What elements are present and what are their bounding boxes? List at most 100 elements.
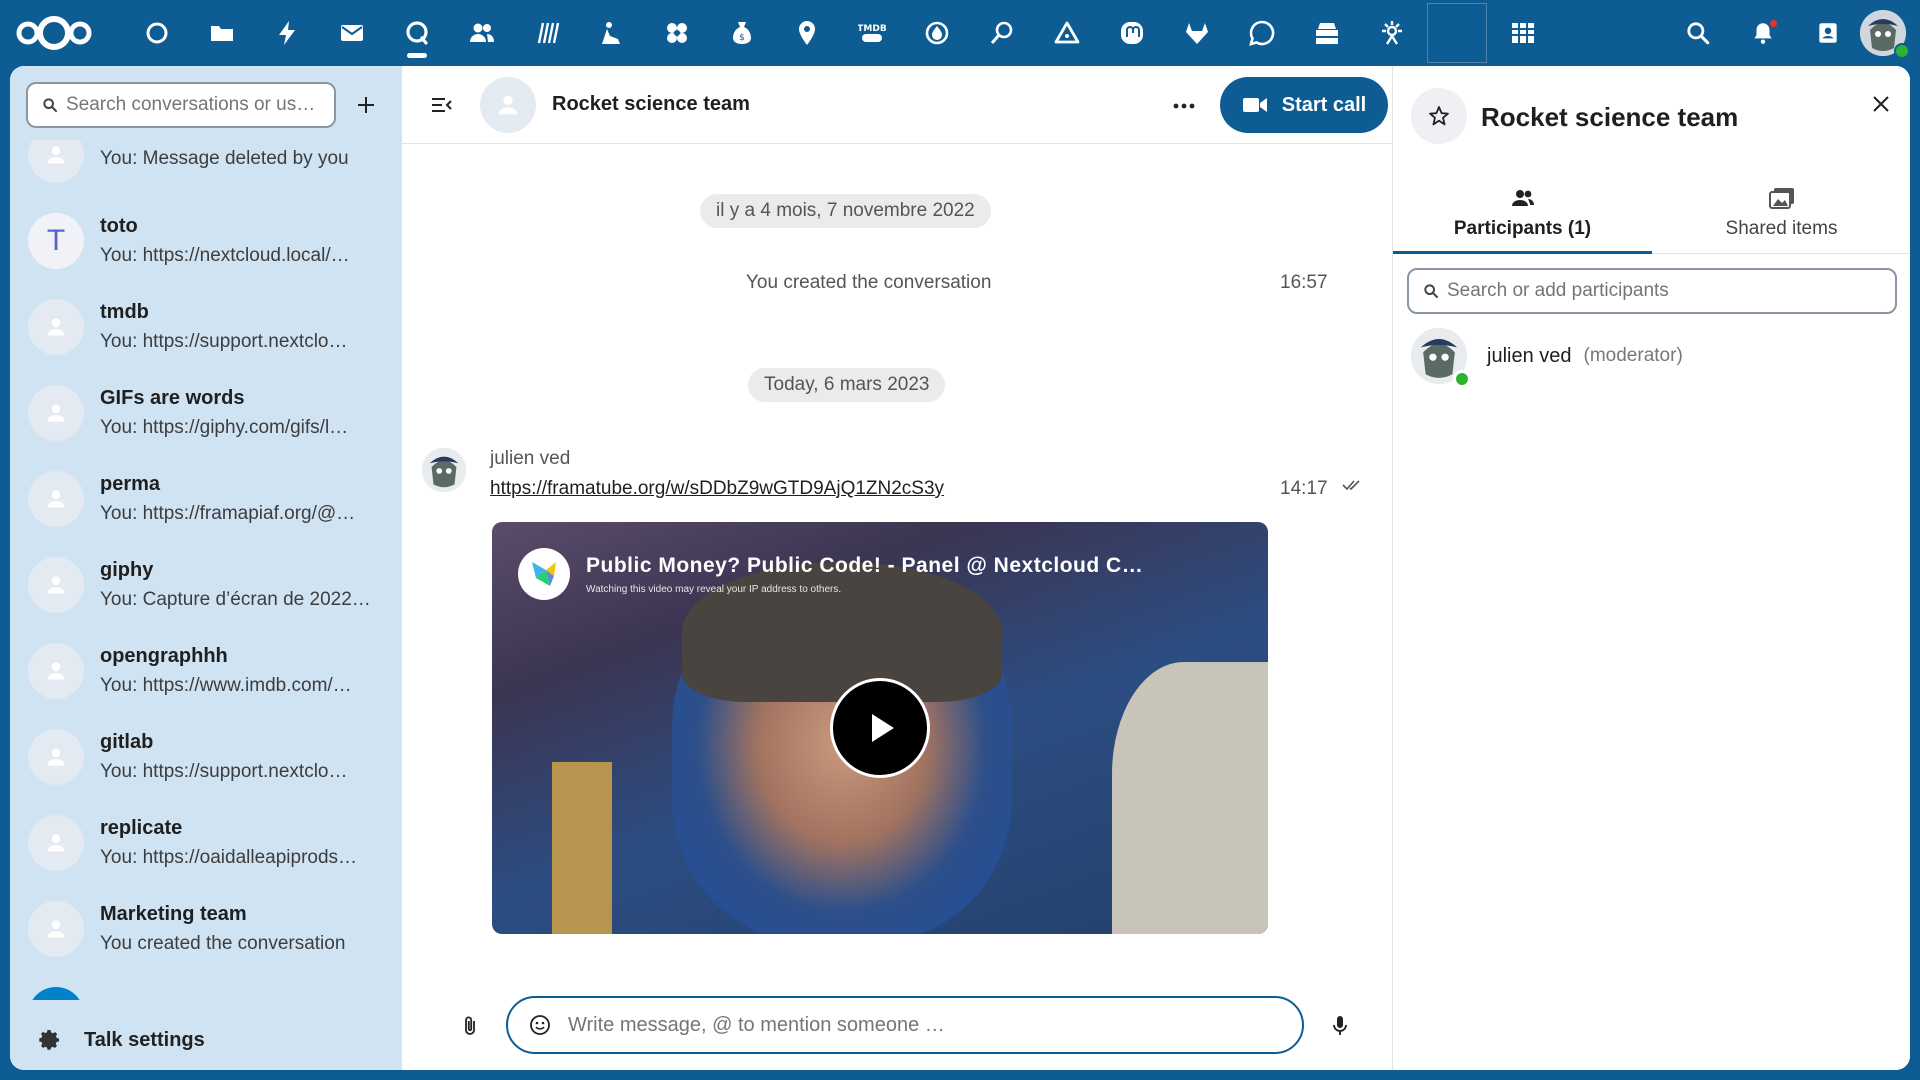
conversation-item[interactable]: gitlab You: https://support.nextclo… [10,714,402,800]
conversation-name: toto [100,215,138,237]
app-app-9[interactable] [644,0,709,66]
app-dashboard[interactable] [124,0,189,66]
tab-shared-items[interactable]: Shared items [1652,178,1910,254]
app-app-13[interactable] [904,0,969,66]
app-app-7[interactable] [514,0,579,66]
shared-items-icon [1768,184,1795,212]
message-composer[interactable] [506,996,1304,1054]
close-sidebar-button[interactable] [1863,86,1899,122]
conversation-item[interactable]: You: Message deleted by you [10,140,402,198]
play-button[interactable] [830,678,930,778]
toggle-navigation-button[interactable] [422,85,462,125]
participant-search-field[interactable] [1407,268,1897,314]
conversation-search-input[interactable] [66,94,316,116]
app-app-14[interactable] [969,0,1034,66]
participant-online-dot [1453,370,1471,388]
conversation-actions-button[interactable] [1162,84,1206,128]
mail-icon [340,25,363,41]
group-icon [47,576,65,594]
app-app-19[interactable] [1294,0,1359,66]
talk-settings-label: Talk settings [84,1028,205,1051]
microphone-icon [1333,1016,1347,1035]
app-mail[interactable] [319,0,384,66]
app-mastodon[interactable] [1099,0,1164,66]
app-app-10[interactable]: $ [709,0,774,66]
notifications-bell-icon[interactable] [1730,0,1795,66]
favorite-button[interactable] [1411,88,1467,144]
app-app-15[interactable] [1034,0,1099,66]
tab-participants[interactable]: Participants (1) [1393,178,1652,254]
video-frame-shirt [1112,662,1268,934]
conversation-avatar [28,299,84,355]
conversation-item[interactable]: tmdb You: https://support.nextclo… [10,284,402,370]
contacts-menu-icon[interactable] [1795,0,1860,66]
chat-header: Rocket science team Start call [402,66,1392,144]
conversation-last-message: You: https://giphy.com/gifs/l… [100,417,349,438]
message-author-avatar[interactable] [422,448,466,492]
conversation-item[interactable]: Talk updates ✅ [10,972,402,1000]
paperclip-icon [465,1016,475,1035]
conversation-text: GIFs are words You: https://giphy.com/gif… [100,387,390,439]
app-gitlab[interactable] [1164,0,1229,66]
new-conversation-button[interactable] [346,85,386,125]
channel-logo-icon [518,548,570,600]
app-files[interactable] [189,0,254,66]
read-checkmark-icon [1342,478,1364,497]
svg-text:$: $ [739,33,745,43]
conversation-item[interactable]: Marketing team You created the conversati… [10,886,402,972]
more-apps-grid-icon[interactable] [1490,0,1555,66]
gear-icon [39,1030,59,1050]
conversation-name: Talk updates ✅ [100,999,390,1000]
app-tmdb[interactable]: TMDB [839,0,904,66]
conversation-item[interactable]: giphy You: Capture d’écran de 2022… [10,542,402,628]
app-app-18[interactable] [1229,0,1294,66]
conversation-item[interactable]: Ttoto You: https://nextcloud.local/… [10,198,402,284]
menu-collapse-icon [432,97,452,112]
app-app-20[interactable] [1359,0,1424,66]
conversation-item[interactable]: GIFs are words You: https://giphy.com/gif… [10,370,402,456]
conversation-search-field[interactable] [26,82,337,128]
app-activity[interactable] [254,0,319,66]
app-contacts[interactable] [449,0,514,66]
conversation-item[interactable]: opengraphhh You: https://www.imdb.com/… [10,628,402,714]
app-talk[interactable] [384,0,449,66]
group-icon [47,662,65,680]
close-icon [1873,96,1889,112]
conversation-last-message: You: https://www.imdb.com/… [100,675,352,696]
figure-icon [601,22,620,44]
app-app-8[interactable] [579,0,644,66]
unified-search-icon[interactable] [1665,0,1730,66]
start-call-button[interactable]: Start call [1220,77,1388,133]
emoji-picker-icon[interactable] [526,1011,554,1039]
attach-button[interactable] [452,1008,488,1044]
conversation-item[interactable]: replicate You: https://oaidalleapiprods… [10,800,402,886]
conversation-avatar-letter: T [46,224,66,257]
conversation-text: opengraphhh You: https://www.imdb.com/… [100,645,390,697]
conversation-item[interactable]: perma You: https://framapiaf.org/@… [10,456,402,542]
video-preview-card[interactable]: Public Money? Public Code! - Panel @ Nex… [492,522,1268,934]
chat-view: Rocket science team Start call il y a 4 … [402,66,1392,1070]
conversation-text: replicate You: https://oaidalleapiprods… [100,817,390,869]
drop-circle-icon [925,21,948,45]
message-input[interactable] [568,1013,1268,1037]
user-avatar[interactable] [1860,10,1910,59]
conversation-name: Marketing team [100,903,247,925]
participant-row[interactable]: julien ved (moderator) [1411,328,1683,388]
conversation-last-message: You: https://oaidalleapiprods… [100,847,358,868]
conversation-list: You: Message deleted by you Ttoto You: htt… [10,140,402,1000]
record-voice-button[interactable] [1322,1008,1358,1044]
app-maps[interactable] [774,0,839,66]
more-horizontal-icon [1173,103,1195,109]
nextcloud-logo[interactable] [14,8,94,58]
date-separator: il y a 4 mois, 7 novembre 2022 [700,194,991,228]
talk-settings-button[interactable]: Talk settings [10,1010,402,1070]
app-placeholder-slot[interactable] [1427,3,1487,63]
conversation-avatar [28,140,84,183]
conversation-title[interactable]: Rocket science team [552,93,750,116]
tmdb-icon: TMDB [858,24,886,42]
participant-search-input[interactable] [1447,280,1887,302]
header-right [1665,0,1920,66]
message-link[interactable]: https://framatube.org/w/sDDbZ9wGTD9AjQ1Z… [490,478,944,500]
conversation-name: opengraphhh [100,645,228,667]
mastodon-icon [1120,22,1143,44]
